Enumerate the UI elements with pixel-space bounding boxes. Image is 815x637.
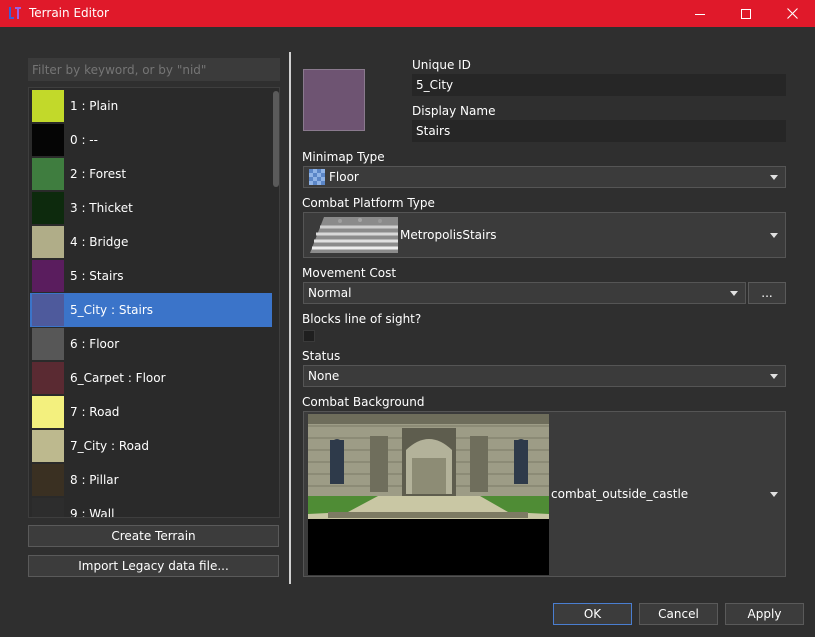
lt-logo-icon: [7, 5, 23, 21]
unique-id-label: Unique ID: [412, 58, 471, 72]
movement-cost-label: Movement Cost: [302, 266, 397, 280]
movement-cost-dropdown[interactable]: Normal: [303, 282, 746, 304]
list-item[interactable]: 5_City : Stairs: [30, 293, 272, 327]
title-bar: Terrain Editor: [0, 0, 815, 27]
terrain-color-swatch: [32, 158, 64, 190]
list-item-label: 2 : Forest: [70, 167, 127, 181]
terrain-color-swatch: [32, 430, 64, 462]
list-item[interactable]: 2 : Forest: [30, 157, 272, 191]
terrain-color-swatch[interactable]: [303, 69, 365, 131]
combat-background-value: combat_outside_castle: [551, 487, 689, 501]
status-dropdown[interactable]: None: [303, 365, 786, 387]
movement-cost-value: Normal: [308, 286, 352, 300]
list-scrollbar[interactable]: [272, 89, 279, 517]
combat-platform-label: Combat Platform Type: [302, 196, 435, 210]
minimap-type-value: Floor: [329, 170, 359, 184]
terrain-list[interactable]: 1 : Plain 0 : -- 2 : Forest 3 : Thicket 4 : …: [28, 87, 280, 518]
terrain-color-swatch: [32, 464, 64, 496]
castle-background-thumbnail: [308, 414, 549, 575]
list-item[interactable]: 4 : Bridge: [30, 225, 272, 259]
terrain-color-swatch: [32, 192, 64, 224]
create-terrain-button[interactable]: Create Terrain: [28, 525, 279, 547]
stairs-platform-thumbnail: [310, 215, 398, 255]
cancel-button[interactable]: Cancel: [639, 603, 718, 625]
list-item-label: 7_City : Road: [70, 439, 149, 453]
list-item[interactable]: 8 : Pillar: [30, 463, 272, 497]
list-item-label: 5_City : Stairs: [70, 303, 154, 317]
combat-background-label: Combat Background: [302, 395, 425, 409]
filter-input[interactable]: [28, 58, 280, 81]
combat-platform-value: MetropolisStairs: [400, 228, 497, 242]
list-item-label: 9 : Wall: [70, 507, 115, 518]
chevron-down-icon: [770, 233, 778, 238]
terrain-color-swatch: [32, 362, 64, 394]
combat-platform-dropdown[interactable]: MetropolisStairs: [303, 212, 786, 258]
maximize-icon: [741, 8, 751, 19]
minimize-icon: [695, 9, 705, 19]
minimap-type-dropdown[interactable]: Floor: [303, 166, 786, 188]
close-button[interactable]: [769, 0, 815, 27]
blocks-los-label: Blocks line of sight?: [302, 312, 422, 326]
terrain-color-swatch: [32, 226, 64, 258]
import-legacy-button[interactable]: Import Legacy data file...: [28, 555, 279, 577]
list-item-label: 4 : Bridge: [70, 235, 129, 249]
panel-divider[interactable]: [289, 52, 291, 584]
terrain-color-swatch: [32, 260, 64, 292]
terrain-color-swatch: [32, 124, 64, 156]
list-item[interactable]: 0 : --: [30, 123, 272, 157]
ok-button[interactable]: OK: [553, 603, 632, 625]
combat-background-dropdown[interactable]: combat_outside_castle: [303, 411, 786, 577]
list-item-label: 7 : Road: [70, 405, 120, 419]
list-item-label: 0 : --: [70, 133, 98, 147]
terrain-color-swatch: [32, 294, 64, 326]
maximize-button[interactable]: [723, 0, 769, 27]
list-item-label: 1 : Plain: [70, 99, 119, 113]
list-item-label: 8 : Pillar: [70, 473, 119, 487]
minimize-button[interactable]: [677, 0, 723, 27]
terrain-color-swatch: [32, 90, 64, 122]
terrain-color-swatch: [32, 328, 64, 360]
list-item[interactable]: 7 : Road: [30, 395, 272, 429]
blocks-los-checkbox[interactable]: [303, 330, 315, 342]
list-item-label: 6_Carpet : Floor: [70, 371, 166, 385]
close-icon: [786, 8, 798, 19]
unique-id-field[interactable]: 5_City: [412, 74, 786, 96]
list-item-label: 3 : Thicket: [70, 201, 133, 215]
status-value: None: [308, 369, 340, 383]
movement-cost-more-button[interactable]: ...: [748, 282, 786, 304]
terrain-color-swatch: [32, 498, 64, 517]
minimap-type-label: Minimap Type: [302, 150, 385, 164]
list-item[interactable]: 9 : Wall: [30, 497, 272, 518]
list-item-label: 6 : Floor: [70, 337, 120, 351]
list-item-label: 5 : Stairs: [70, 269, 124, 283]
status-label: Status: [302, 349, 341, 363]
list-item[interactable]: 1 : Plain: [30, 89, 272, 123]
list-scrollbar-thumb[interactable]: [273, 91, 279, 187]
list-item[interactable]: 5 : Stairs: [30, 259, 272, 293]
chevron-down-icon: [770, 374, 778, 379]
window-title: Terrain Editor: [29, 6, 109, 20]
list-item[interactable]: 6_Carpet : Floor: [30, 361, 272, 395]
checker-tile-icon: [309, 169, 325, 185]
chevron-down-icon: [770, 175, 778, 180]
chevron-down-icon: [730, 291, 738, 296]
display-name-field[interactable]: Stairs: [412, 120, 786, 142]
list-item[interactable]: 7_City : Road: [30, 429, 272, 463]
chevron-down-icon: [770, 492, 778, 497]
list-item[interactable]: 3 : Thicket: [30, 191, 272, 225]
apply-button[interactable]: Apply: [725, 603, 804, 625]
display-name-label: Display Name: [412, 104, 496, 118]
list-item[interactable]: 6 : Floor: [30, 327, 272, 361]
terrain-color-swatch: [32, 396, 64, 428]
